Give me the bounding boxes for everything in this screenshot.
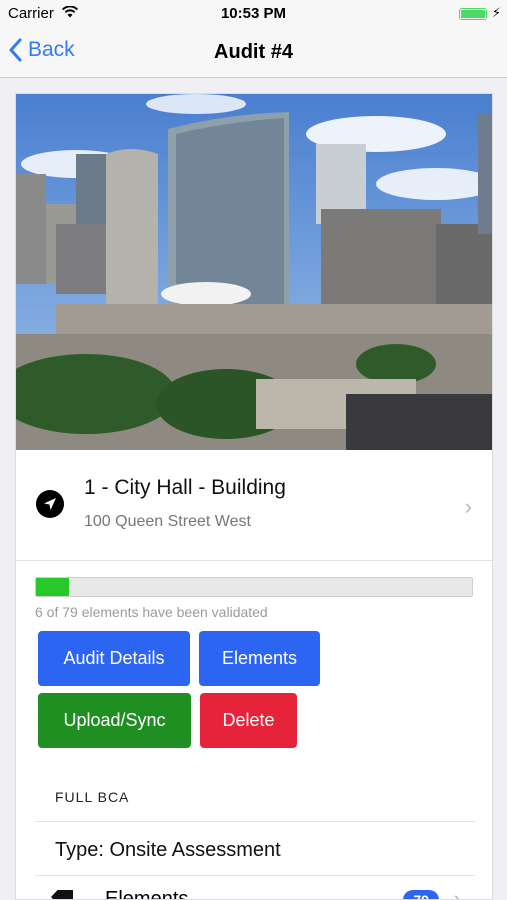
location-row[interactable]: 1 - City Hall - Building 100 Queen Stree… [16, 450, 492, 561]
elements-list-item[interactable]: Elements 79 › [35, 878, 475, 900]
location-title: 1 - City Hall - Building [84, 476, 286, 499]
audit-details-button[interactable]: Audit Details [38, 631, 190, 686]
progress-fill [36, 578, 70, 596]
chevron-right-icon: › [453, 886, 461, 900]
status-bar: Carrier 10:53 PM ⚡ [0, 0, 507, 28]
page-title: Audit #4 [214, 41, 293, 63]
chevron-right-icon: › [464, 494, 472, 519]
location-arrow-icon [36, 490, 64, 518]
audit-type: Type: Onsite Assessment [55, 839, 281, 861]
elements-label: Elements [105, 888, 189, 900]
section-divider [35, 821, 475, 822]
navigation-bar: Back Audit #4 [0, 28, 507, 78]
delete-button[interactable]: Delete [200, 693, 297, 748]
charging-icon: ⚡ [491, 5, 501, 20]
audit-card: 1 - City Hall - Building 100 Queen Stree… [15, 93, 493, 900]
row-divider [35, 875, 475, 876]
location-address: 100 Queen Street West [84, 513, 251, 530]
progress-text: 6 of 79 elements have been validated [35, 604, 268, 620]
elements-button[interactable]: Elements [199, 631, 320, 686]
status-time: 10:53 PM [220, 5, 287, 22]
tag-icon [51, 890, 73, 899]
battery-icon [459, 8, 487, 20]
section-header: FULL BCA [55, 789, 130, 805]
validation-progress-bar [35, 577, 473, 597]
elements-count-badge: 79 [403, 890, 439, 899]
upload-sync-button[interactable]: Upload/Sync [38, 693, 191, 748]
building-photo [16, 94, 492, 450]
